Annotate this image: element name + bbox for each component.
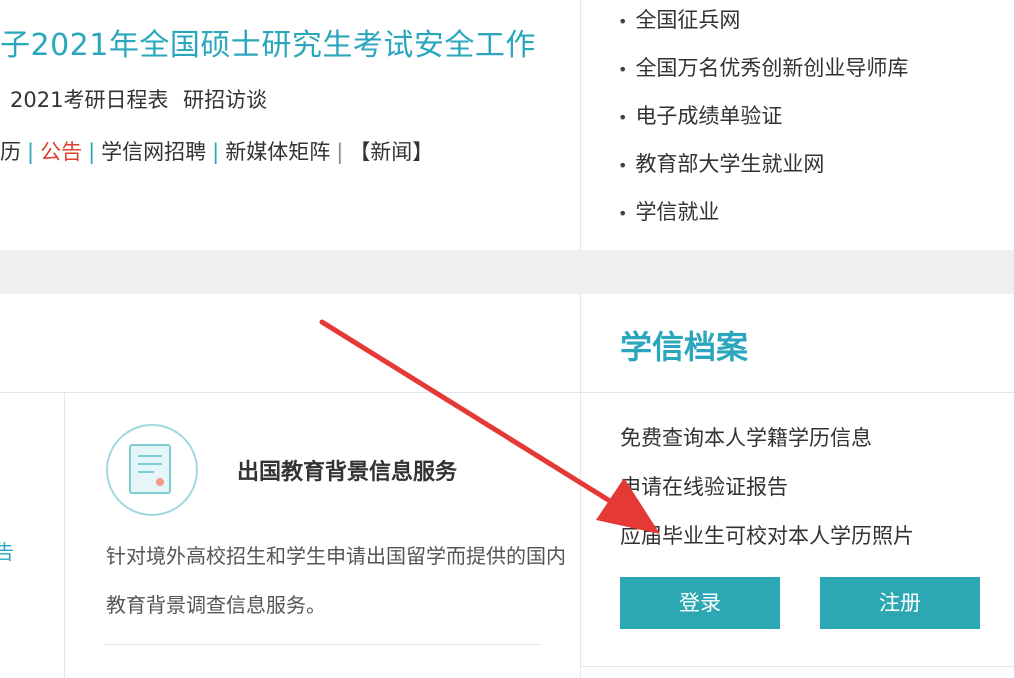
service-description: 针对境外高校招生和学生申请出国留学而提供的国内教育背景调查信息服务。 — [106, 544, 566, 617]
row-divider — [581, 666, 1014, 667]
link-row: 历 | 公告 | 学信网招聘 | 新媒体矩阵 | 【新闻】 — [0, 136, 433, 166]
list-item-xuexin-employment[interactable]: 学信就业 — [618, 192, 908, 240]
archive-link-query[interactable]: 免费查询本人学籍学历信息 — [620, 418, 914, 467]
link-recruitment[interactable]: 学信网招聘 — [101, 140, 206, 164]
section-band — [0, 250, 1014, 294]
card-bottom-line — [104, 644, 540, 645]
archive-link-report[interactable]: 申请在线验证报告 — [620, 467, 914, 516]
certificate-icon — [106, 424, 198, 516]
list-item-conscription[interactable]: 全国征兵网 — [618, 0, 908, 48]
archive-link-photo[interactable]: 应届毕业生可校对本人学历照片 — [620, 516, 914, 565]
column-divider — [580, 0, 581, 250]
sub-link-schedule[interactable]: 2021考研日程表 — [10, 88, 168, 112]
separator: | — [336, 140, 344, 164]
archive-title[interactable]: 学信档案 — [620, 322, 748, 368]
separator: | — [27, 140, 35, 164]
separator: | — [88, 140, 96, 164]
headline-link[interactable]: 子2021年全国硕士研究生考试安全工作 — [0, 20, 536, 64]
login-button[interactable]: 登录 — [620, 577, 780, 629]
sub-links: 2021考研日程表 研招访谈 — [10, 84, 275, 114]
separator: | — [212, 140, 220, 164]
sub-link-interview[interactable]: 研招访谈 — [183, 88, 267, 112]
row-divider — [0, 392, 580, 393]
link-row-prefix[interactable]: 历 — [0, 140, 21, 164]
card-divider — [64, 393, 65, 678]
column-divider — [580, 294, 581, 678]
link-news[interactable]: 【新闻】 — [349, 140, 433, 164]
archive-links: 免费查询本人学籍学历信息 申请在线验证报告 应届毕业生可校对本人学历照片 — [620, 418, 914, 565]
row-divider — [581, 392, 1014, 393]
related-sites-list: 全国征兵网 全国万名优秀创新创业导师库 电子成绩单验证 教育部大学生就业网 学信… — [618, 0, 908, 240]
link-announcement[interactable]: 公告 — [40, 140, 82, 164]
list-item-employment-net[interactable]: 教育部大学生就业网 — [618, 144, 908, 192]
service-title[interactable]: 出国教育背景信息服务 — [237, 454, 457, 486]
link-media-matrix[interactable]: 新媒体矩阵 — [225, 140, 330, 164]
list-item-mentor-library[interactable]: 全国万名优秀创新创业导师库 — [618, 48, 908, 96]
register-button[interactable]: 注册 — [820, 577, 980, 629]
list-item-transcript-verify[interactable]: 电子成绩单验证 — [618, 96, 908, 144]
cut-off-text: 告 — [0, 540, 14, 564]
